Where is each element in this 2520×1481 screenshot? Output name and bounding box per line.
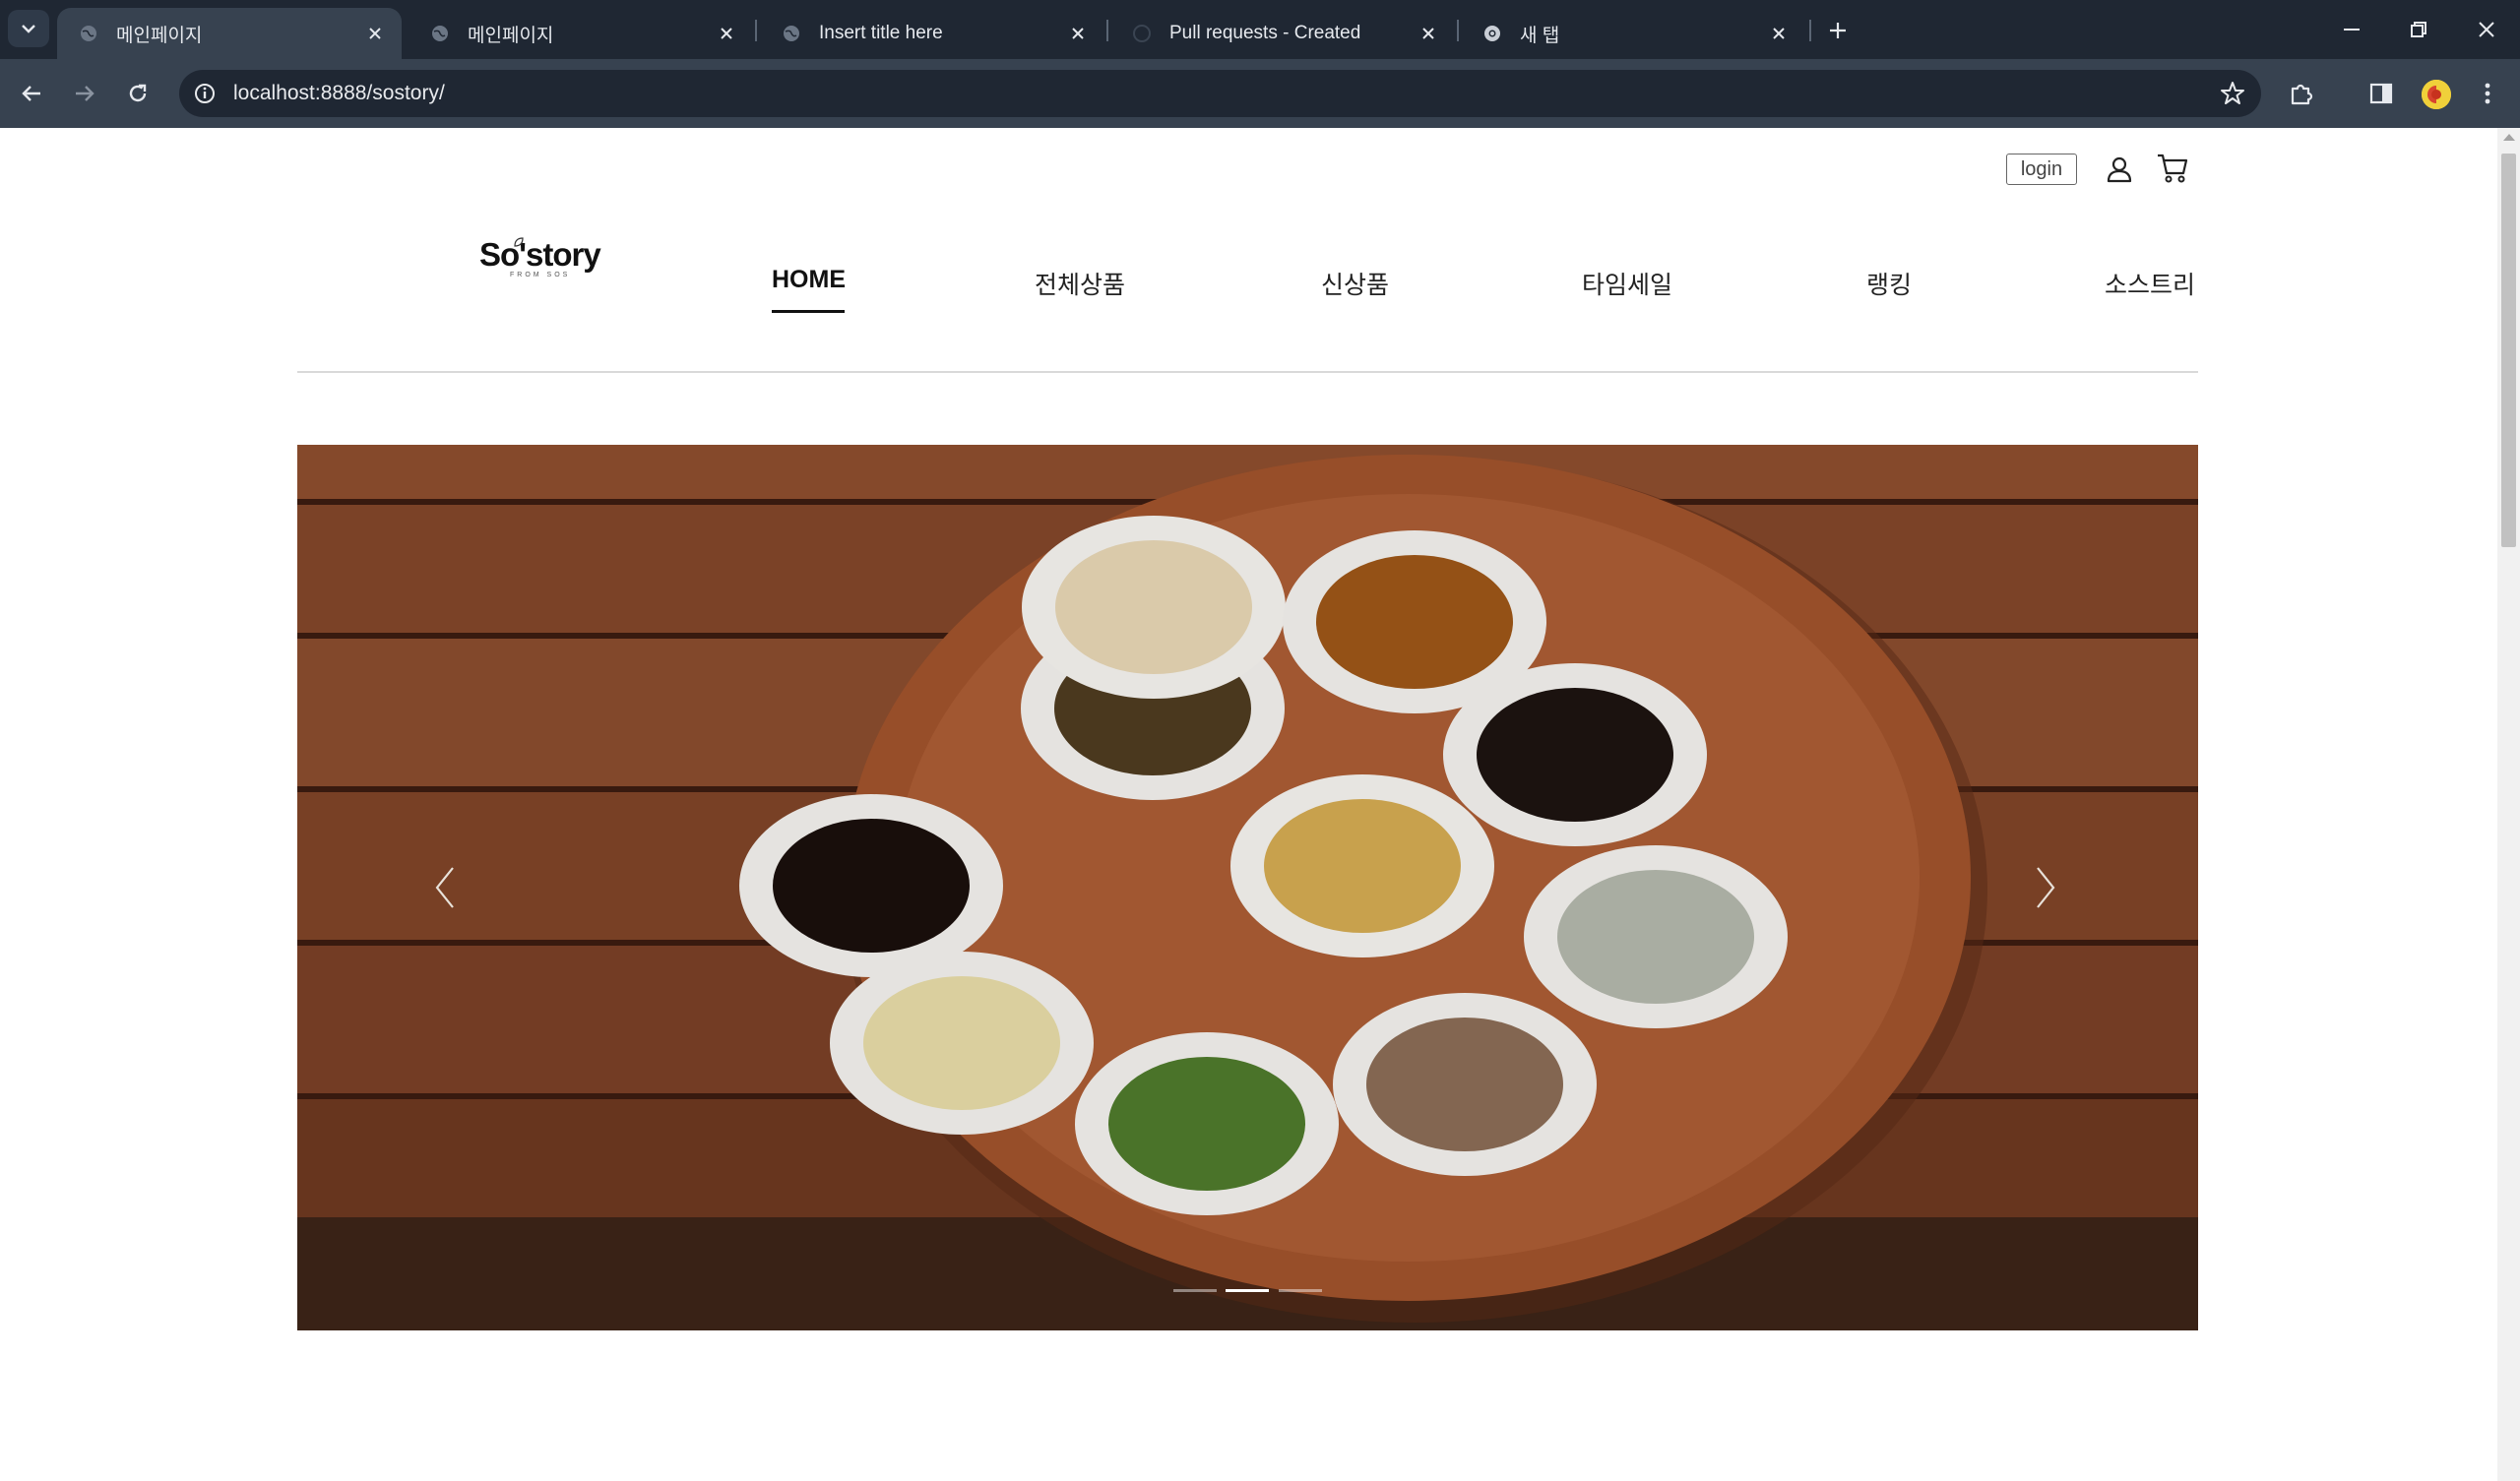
prev-arrow-icon[interactable] bbox=[425, 858, 465, 917]
tab-separator bbox=[1106, 20, 1108, 41]
next-arrow-icon[interactable] bbox=[2026, 858, 2065, 917]
forward-arrow-icon[interactable] bbox=[64, 73, 105, 114]
url-text[interactable]: localhost:8888/sostory/ bbox=[233, 70, 445, 117]
logo-subtitle: FROM SOS bbox=[510, 272, 571, 278]
carousel-indicator-2[interactable] bbox=[1226, 1289, 1269, 1292]
tab-2[interactable]: Insert title here bbox=[760, 8, 1104, 59]
profile-avatar-icon[interactable] bbox=[2422, 80, 2451, 109]
tab-title: 메인페이지 bbox=[468, 25, 554, 46]
site-info-icon[interactable] bbox=[193, 82, 217, 105]
tab-separator bbox=[755, 20, 757, 41]
side-panel-icon[interactable] bbox=[2366, 79, 2396, 108]
tab-title: Pull requests - Created bbox=[1169, 23, 1361, 43]
nav-sostory[interactable]: 소스트리 bbox=[2105, 266, 2195, 305]
reload-icon[interactable] bbox=[117, 73, 158, 114]
close-window-icon[interactable] bbox=[2453, 0, 2520, 59]
nav-time-sale[interactable]: 타임세일 bbox=[1582, 266, 1672, 305]
close-tab-icon[interactable] bbox=[1768, 23, 1790, 44]
cart-icon[interactable] bbox=[2156, 153, 2189, 184]
nav-home[interactable]: HOME bbox=[772, 266, 846, 305]
github-icon bbox=[1133, 25, 1151, 42]
close-tab-icon[interactable] bbox=[716, 23, 737, 44]
close-tab-icon[interactable] bbox=[1418, 23, 1439, 44]
tab-title: 메인페이지 bbox=[116, 25, 203, 46]
carousel-indicator-1[interactable] bbox=[1173, 1289, 1217, 1292]
scrollbar-thumb[interactable] bbox=[2501, 154, 2516, 547]
carousel-slide-image bbox=[297, 445, 2198, 1330]
restore-icon[interactable] bbox=[2385, 0, 2452, 59]
close-tab-icon[interactable] bbox=[364, 23, 386, 44]
tab-title: 새 탭 bbox=[1520, 25, 1560, 46]
tab-3[interactable]: Pull requests - Created bbox=[1110, 8, 1455, 59]
tab-search-icon[interactable] bbox=[8, 10, 49, 47]
browser-tab-bar: 메인페이지 메인페이지 Insert title here Pull reque… bbox=[0, 0, 2520, 59]
tab-4[interactable]: 새 탭 bbox=[1461, 8, 1805, 59]
scroll-up-arrow-icon[interactable] bbox=[2503, 134, 2515, 141]
tab-separator bbox=[1457, 20, 1459, 41]
nav-all-products[interactable]: 전체상품 bbox=[1035, 266, 1125, 305]
page-scrollbar[interactable] bbox=[2497, 128, 2520, 1481]
bookmark-star-icon[interactable] bbox=[2220, 81, 2245, 106]
globe-icon bbox=[784, 26, 799, 41]
tab-title: Insert title here bbox=[819, 23, 943, 43]
nav-active-underline bbox=[772, 310, 845, 313]
carousel-indicator-3[interactable] bbox=[1279, 1289, 1322, 1292]
minimize-icon[interactable] bbox=[2318, 0, 2385, 59]
header-divider bbox=[297, 371, 2198, 373]
browser-toolbar: localhost:8888/sostory/ bbox=[0, 59, 2520, 128]
close-tab-icon[interactable] bbox=[1067, 23, 1089, 44]
tab-separator bbox=[1809, 20, 1811, 41]
tab-0[interactable]: 메인페이지 bbox=[57, 8, 402, 59]
nav-new-products[interactable]: 신상품 bbox=[1321, 266, 1389, 305]
new-tab-icon[interactable] bbox=[1821, 14, 1855, 47]
address-bar[interactable]: localhost:8888/sostory/ bbox=[179, 70, 2261, 117]
extensions-icon[interactable] bbox=[2287, 79, 2316, 108]
more-menu-icon[interactable] bbox=[2473, 79, 2502, 108]
globe-icon bbox=[432, 26, 448, 41]
globe-icon bbox=[81, 26, 96, 41]
main-carousel[interactable] bbox=[297, 445, 2198, 1330]
nav-ranking[interactable]: 랭킹 bbox=[1866, 266, 1912, 305]
tab-1[interactable]: 메인페이지 bbox=[409, 8, 753, 59]
chrome-icon bbox=[1484, 26, 1500, 41]
web-page: login So'story FROM SOS HOME 전체상품 신상품 타임… bbox=[0, 128, 2497, 1481]
user-icon[interactable] bbox=[2105, 154, 2134, 184]
leaf-icon bbox=[514, 237, 524, 247]
back-arrow-icon[interactable] bbox=[11, 73, 52, 114]
login-button[interactable]: login bbox=[2006, 154, 2077, 185]
